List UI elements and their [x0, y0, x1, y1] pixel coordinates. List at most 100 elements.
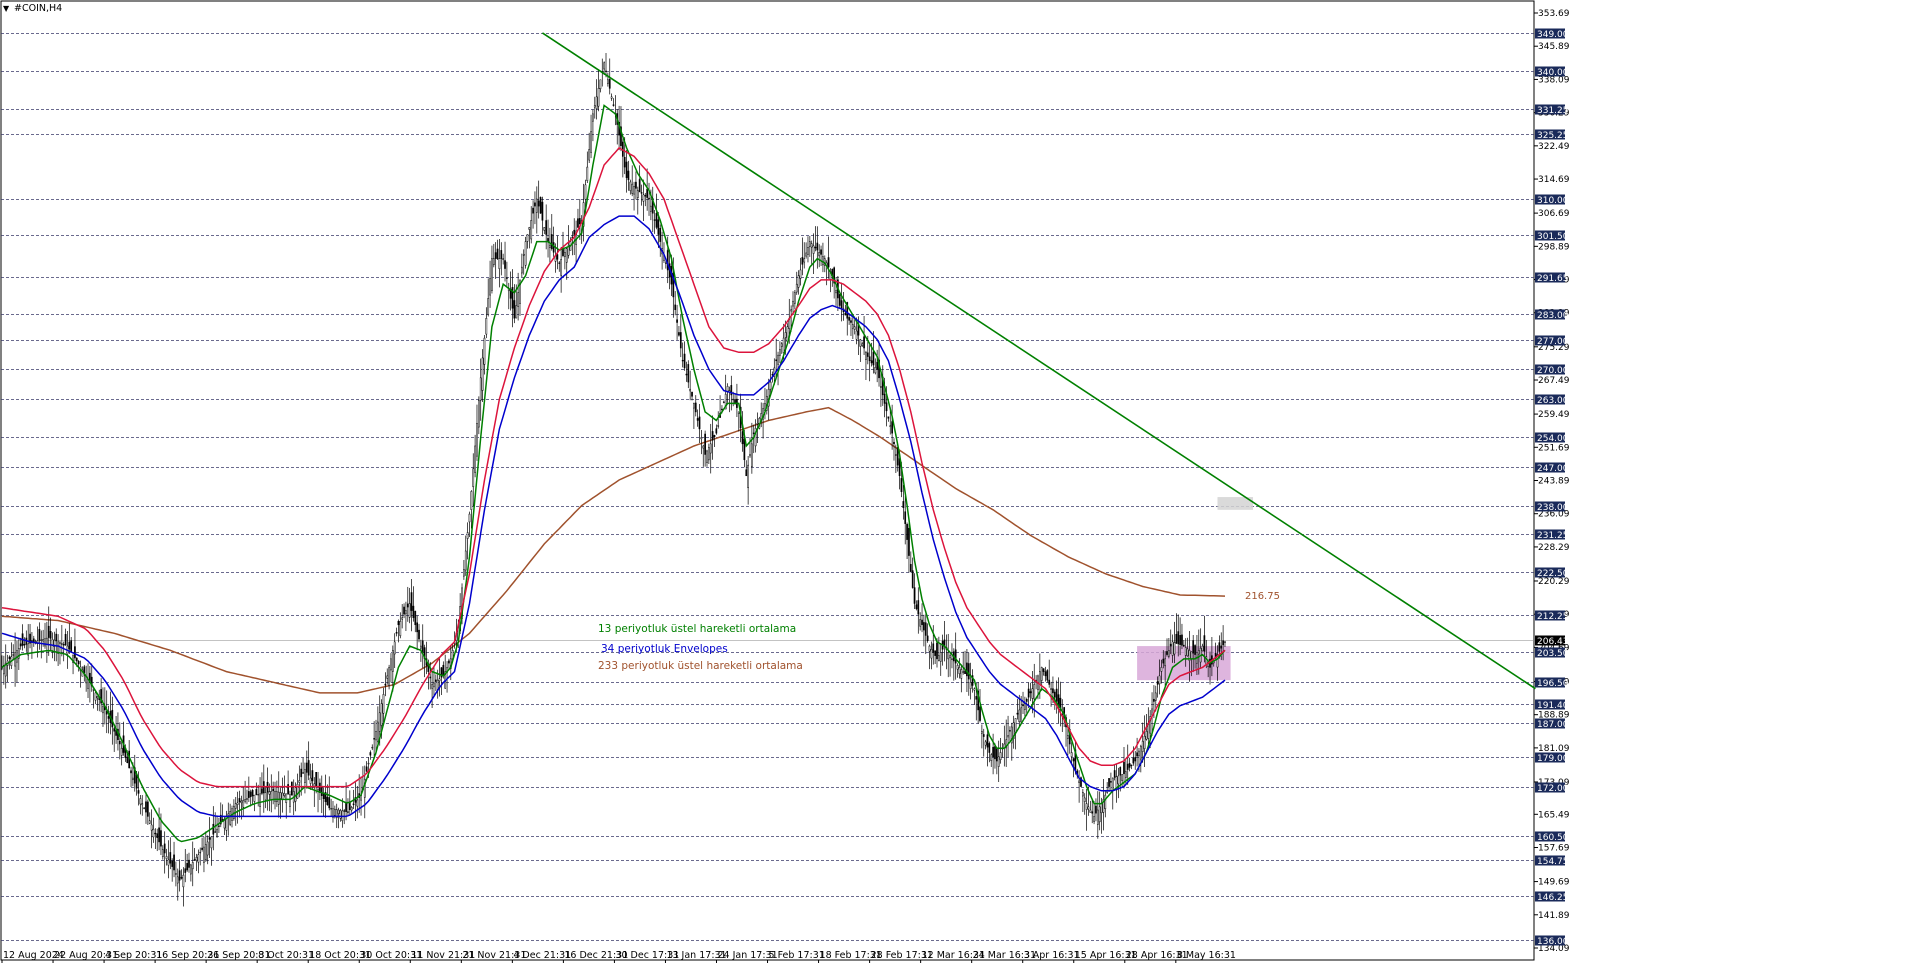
- candle-body: [165, 856, 168, 859]
- candle-body: [154, 832, 157, 835]
- candle-body: [595, 96, 598, 110]
- candle-body: [474, 445, 476, 473]
- candle-body: [148, 820, 151, 824]
- x-tick-label: 4 Dec 21:31: [513, 950, 571, 961]
- chart-title: #COIN,H4: [14, 3, 62, 14]
- candle-body: [947, 652, 950, 660]
- candle-body: [300, 768, 303, 778]
- candle-body: [113, 728, 116, 732]
- level-label: 283.00: [1537, 311, 1569, 321]
- candle-body: [234, 803, 237, 809]
- candle-body: [470, 491, 473, 510]
- candle-body: [923, 622, 925, 631]
- candle-body: [696, 418, 699, 421]
- candle-body: [644, 194, 647, 197]
- candle-body: [1132, 757, 1135, 764]
- candle-body: [1168, 650, 1170, 657]
- candle-body: [1197, 650, 1200, 655]
- candle-body: [640, 192, 643, 194]
- candle-body: [1175, 633, 1178, 644]
- candle-body: [1098, 806, 1101, 823]
- candle-body: [489, 278, 491, 296]
- candle-body: [1201, 645, 1204, 652]
- candle-body: [186, 863, 188, 871]
- candle-body: [68, 641, 71, 650]
- candle-body: [401, 617, 404, 620]
- candle-body: [794, 292, 796, 304]
- candle-body: [973, 688, 976, 691]
- candle-body: [852, 324, 854, 329]
- candle-body: [1171, 641, 1174, 656]
- candle-body: [848, 317, 850, 321]
- candle-body: [1095, 805, 1097, 814]
- candle-body: [1048, 679, 1051, 685]
- candle-body: [1093, 816, 1095, 822]
- candle-body: [1162, 658, 1165, 664]
- candle-body: [158, 827, 160, 843]
- candle-body: [565, 248, 568, 263]
- candle-body: [492, 258, 495, 266]
- candle-body: [812, 245, 815, 254]
- candle-body: [1160, 667, 1163, 672]
- candle-body: [967, 663, 970, 680]
- candle-body: [779, 349, 781, 356]
- candle-body: [962, 671, 965, 673]
- candle-body: [780, 343, 783, 347]
- candle-body: [421, 640, 424, 653]
- candle-body: [343, 810, 346, 812]
- candle-body: [522, 254, 525, 256]
- candle-body: [227, 813, 230, 816]
- candle-body: [986, 734, 989, 748]
- candle-body: [191, 862, 194, 870]
- candle-body: [8, 656, 11, 660]
- candle-body: [251, 789, 254, 797]
- candle-body: [1072, 758, 1075, 762]
- candle-body: [908, 528, 910, 556]
- candle-body: [298, 780, 301, 783]
- candle-body: [145, 801, 147, 813]
- candle-body: [979, 706, 981, 721]
- ema233-value-label: 216.75: [1245, 591, 1280, 602]
- candle-body: [893, 441, 895, 445]
- price-chart[interactable]: 353.69345.89338.09330.29322.49314.69306.…: [0, 0, 1916, 964]
- candle-body: [713, 435, 716, 437]
- candle-body: [139, 798, 142, 805]
- candle-body: [964, 670, 966, 675]
- candle-body: [195, 857, 198, 862]
- candle-body: [741, 431, 744, 445]
- candle-body: [1050, 688, 1052, 690]
- candle-body: [210, 836, 213, 849]
- candle-body: [607, 79, 609, 84]
- candle-body: [685, 373, 688, 376]
- y-tick-label: 251.69: [1538, 443, 1570, 453]
- candle-body: [326, 796, 329, 806]
- candle-body: [949, 655, 951, 659]
- candle-body: [578, 218, 581, 225]
- candle-body: [889, 425, 892, 427]
- y-tick-label: 141.89: [1538, 911, 1570, 921]
- level-label: 349.00: [1537, 30, 1569, 40]
- candle-body: [1134, 757, 1137, 762]
- candle-body: [1181, 634, 1183, 646]
- candle-body: [175, 873, 177, 875]
- candle-body: [1128, 763, 1131, 768]
- candle-body: [367, 762, 370, 765]
- candle-body: [550, 234, 553, 249]
- candle-body: [737, 411, 740, 414]
- candle-body: [315, 772, 318, 787]
- candle-body: [700, 437, 703, 440]
- level-label: 301.50: [1537, 232, 1569, 242]
- candle-body: [1166, 651, 1168, 655]
- candle-body: [83, 666, 86, 674]
- candle-body: [859, 339, 862, 347]
- candle-body: [302, 772, 304, 774]
- candle-body: [751, 443, 753, 467]
- candle-body: [1158, 675, 1161, 685]
- candle-body: [608, 78, 611, 89]
- candle-body: [537, 200, 540, 207]
- chart-area[interactable]: 353.69345.89338.09330.29322.49314.69306.…: [0, 0, 1916, 964]
- collapse-arrow-icon[interactable]: ▼: [3, 4, 10, 13]
- candle-body: [534, 202, 536, 207]
- candle-body: [564, 251, 566, 257]
- candle-body: [167, 859, 170, 866]
